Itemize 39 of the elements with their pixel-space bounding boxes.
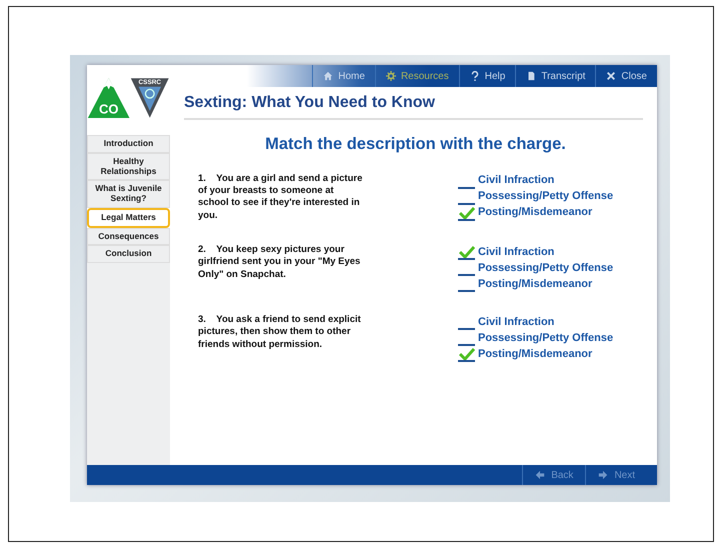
sidebar-item[interactable]: Healthy Relationships [87,152,170,180]
option-label: Possessing/Petty Offense [478,189,614,204]
answer-blank[interactable] [458,350,475,362]
document-icon [526,71,536,81]
question-text: 2. You keep sexy pictures your girlfriend sent you in your "My Eyes Only" on Snapchat. [197,244,362,282]
question-text: 3. You ask a friend to send explicit pictures, then show them to other friends without permission. [197,314,362,352]
instruction-heading: Match the description with the charge. [264,134,567,155]
sidebar-item[interactable]: What is Juvenile Sexting? [87,180,170,208]
close-icon [606,71,616,81]
option-label: Civil Infraction [478,173,554,188]
home-icon [323,71,334,81]
toolbar-button[interactable]: Close [595,65,657,87]
answer-blank[interactable] [458,208,475,221]
sidebar-item[interactable]: Legal Matters [87,208,170,228]
option-label: Civil Infraction [478,244,554,260]
toolbar-button[interactable]: Home [312,65,375,87]
option-label: Civil Infraction [478,314,554,330]
sidebar-item[interactable]: Consequences [87,228,170,246]
left-arrow-icon [535,470,546,480]
toolbar-button[interactable]: Help [458,65,516,87]
option-label: Posting/Misdemeanor [478,346,592,362]
checkmark-icon [459,206,475,219]
page-title: Sexting: What You Need to Know [184,91,643,120]
checkmark-icon [459,348,475,360]
help-icon [470,71,480,81]
option-label: Possessing/Petty Offense [478,330,614,346]
toolbar-button[interactable]: Resources [374,65,459,87]
answer-blank[interactable] [458,248,475,260]
gear-icon [386,71,396,81]
option-label: Posting/Misdemeanor [478,276,592,292]
checkmark-icon [459,246,475,258]
sidebar-item[interactable]: Conclusion [87,245,170,264]
option-label: Posting/Misdemeanor [478,205,592,220]
mountain-logo: CO [87,75,130,121]
option-label: Possessing/Petty Offense [478,260,614,276]
right-arrow-icon [598,470,608,480]
sidebar-item[interactable]: Introduction [87,135,170,153]
question-text: 1. You are a girl and send a picture of your breasts to someone at school to see if they're interested in you. [197,172,363,222]
toolbar-button[interactable]: Transcript [515,65,596,87]
